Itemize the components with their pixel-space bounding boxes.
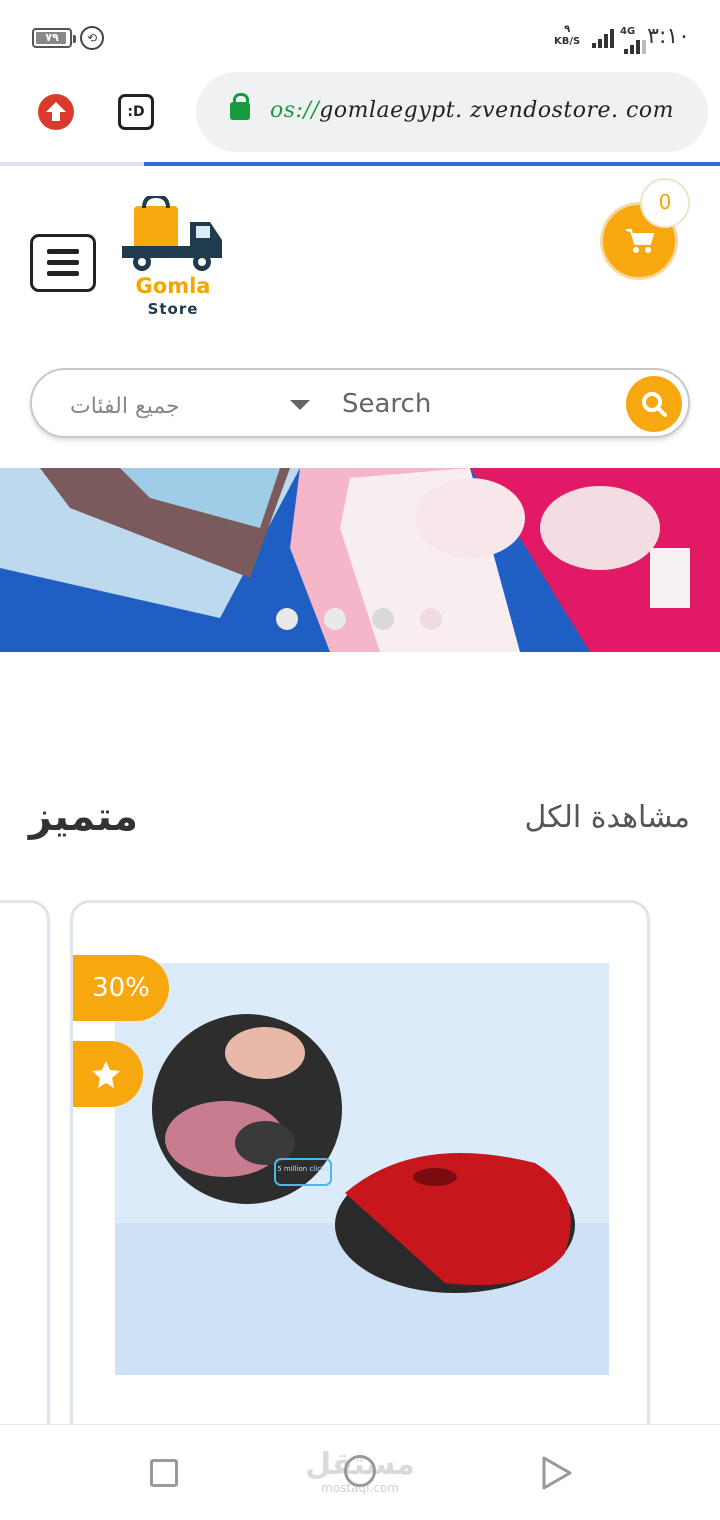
store-logo[interactable]: Gomla Store	[112, 193, 240, 326]
product-image: 5 million clicks	[115, 963, 609, 1375]
battery-icon: ٧٩	[32, 28, 76, 48]
lock-icon	[230, 93, 250, 120]
battery-level: ٧٩	[45, 31, 59, 44]
hero-banner-carousel[interactable]	[0, 468, 720, 652]
status-bar: ٧٩ ⟲ ٩ KB/S 4G ٣:١٠	[0, 0, 720, 72]
tabs-button[interactable]: :D	[118, 94, 154, 130]
browser-toolbar: :D os://gomlaegypt. zvendostore. com	[0, 72, 720, 166]
hamburger-menu-button[interactable]	[30, 234, 96, 292]
search-button[interactable]	[626, 376, 682, 432]
discount-badge: 30%	[73, 955, 169, 1021]
url-text: os://gomlaegypt. zvendostore. com	[270, 98, 674, 123]
star-icon	[92, 1061, 120, 1088]
image-caption: 5 million clicks	[277, 1165, 329, 1173]
category-select[interactable]: جميع الفئات	[70, 394, 180, 419]
signal-strength-icon	[592, 28, 618, 48]
clock: ٣:١٠	[647, 24, 690, 49]
cart-count-badge: 0	[640, 178, 690, 228]
upgrade-button[interactable]	[38, 94, 74, 130]
logo-name: Gomla	[135, 274, 211, 298]
network-speed: ٩ KB/S	[554, 24, 581, 47]
shopping-cart-icon	[626, 229, 654, 253]
back-triangle-icon[interactable]	[540, 1455, 574, 1491]
section-title: متميز	[28, 794, 138, 840]
carousel-dot[interactable]	[324, 608, 346, 630]
view-all-link[interactable]: مشاهدة الكل	[524, 800, 690, 835]
carousel-dot[interactable]	[420, 608, 442, 630]
baby-clothes-banner-image	[0, 468, 720, 652]
delivery-truck-logo-icon	[122, 193, 222, 271]
logo-subtitle: Store	[147, 300, 199, 318]
arrow-up-icon	[46, 102, 66, 121]
system-nav-bar: مستقل mostaql.com	[0, 1424, 720, 1520]
carousel-dot[interactable]	[276, 608, 298, 630]
product-card[interactable]: 5 million clicks 30%	[70, 900, 650, 1440]
chevron-down-icon[interactable]	[290, 400, 310, 410]
search-icon	[642, 392, 667, 417]
wireless-mouse-image: 5 million clicks	[115, 963, 609, 1375]
product-card-previous[interactable]	[0, 900, 50, 1440]
recent-apps-button[interactable]	[150, 1459, 178, 1487]
address-bar[interactable]: os://gomlaegypt. zvendostore. com	[196, 72, 708, 152]
search-bar: جميع الفئات	[30, 368, 690, 438]
search-input[interactable]	[342, 384, 622, 424]
rotation-lock-icon: ⟲	[80, 26, 104, 50]
carousel-dot[interactable]	[372, 608, 394, 630]
signal-strength-icon-2	[624, 34, 650, 54]
site-header: Gomla Store 0	[0, 166, 720, 346]
home-button[interactable]	[344, 1455, 376, 1487]
featured-badge	[73, 1041, 143, 1107]
